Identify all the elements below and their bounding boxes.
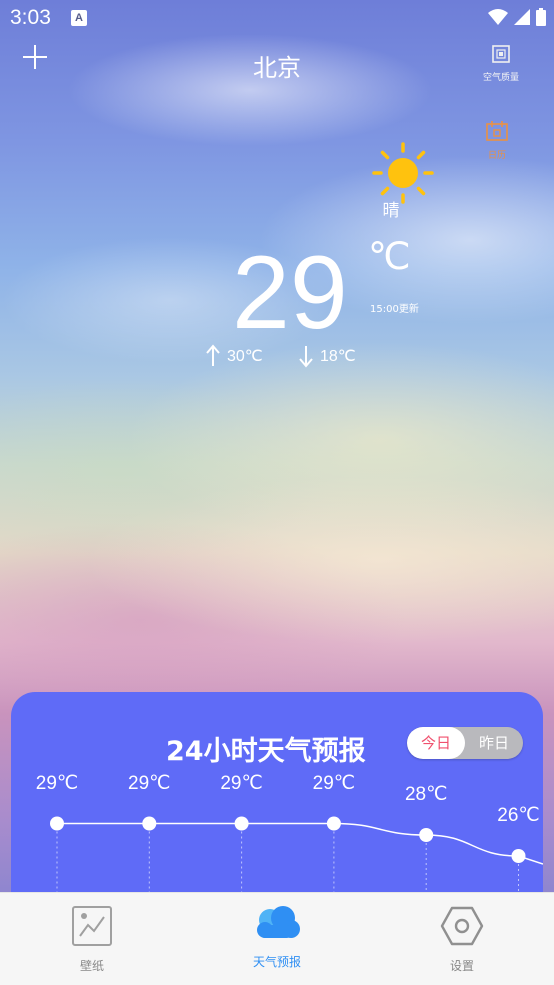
forecast-point xyxy=(511,849,526,863)
nav-wallpaper[interactable]: 壁纸 xyxy=(47,905,137,974)
forecast-point xyxy=(234,816,249,831)
weather-condition: 晴 xyxy=(382,201,400,221)
sun-icon xyxy=(372,142,434,204)
calendar-button[interactable]: 日历 xyxy=(472,120,522,161)
forecast-temp-label: 29℃ xyxy=(35,772,79,794)
low-temperature-value: 18℃ xyxy=(320,348,356,365)
status-time: 3:03 xyxy=(10,6,51,29)
nav-weather[interactable]: 天气预报 xyxy=(232,905,322,970)
forecast-temp-label: 29℃ xyxy=(312,772,356,794)
nav-wallpaper-label: 壁纸 xyxy=(79,959,104,973)
forecast-point xyxy=(142,816,157,831)
forecast-point xyxy=(419,828,434,842)
city-name: 北京 xyxy=(253,54,301,82)
nav-settings-label: 设置 xyxy=(449,959,474,973)
forecast-card: 24小时天气预报 今日 昨日 29℃ 29℃ 29℃ 29℃ 28℃ 26℃ xyxy=(11,692,543,892)
forecast-point xyxy=(50,816,64,831)
status-bar: 3:03 A xyxy=(0,0,554,36)
signal-icon xyxy=(514,9,530,25)
bottom-nav: 壁纸 天气预报 设置 xyxy=(0,892,554,985)
status-icons xyxy=(488,8,546,26)
air-quality-button[interactable]: 空气质量 xyxy=(476,44,526,83)
high-temperature-value: 30℃ xyxy=(227,348,263,365)
low-temperature: 18℃ xyxy=(298,344,356,368)
current-temperature: 29 xyxy=(232,235,348,351)
settings-icon xyxy=(440,906,484,946)
battery-icon xyxy=(536,8,546,26)
arrow-up-icon xyxy=(206,344,220,366)
air-quality-icon xyxy=(492,45,510,63)
nav-settings[interactable]: 设置 xyxy=(417,905,507,974)
air-quality-label: 空气质量 xyxy=(482,73,519,83)
high-temperature: 30℃ xyxy=(205,344,263,368)
app-notification-icon: A xyxy=(71,10,87,26)
wifi-icon xyxy=(488,9,508,25)
calendar-icon xyxy=(486,121,508,141)
forecast-temp-label: 29℃ xyxy=(220,772,263,794)
wallpaper-icon xyxy=(72,906,112,946)
forecast-temp-label: 28℃ xyxy=(404,784,448,805)
nav-weather-label: 天气预报 xyxy=(252,955,301,969)
forecast-point xyxy=(326,816,341,831)
forecast-line xyxy=(57,822,543,865)
cloud-icon xyxy=(257,906,300,938)
temperature-unit: ℃ xyxy=(368,236,411,278)
forecast-temp-label: 29℃ xyxy=(128,772,171,794)
calendar-label: 日历 xyxy=(487,151,506,161)
arrow-down-icon xyxy=(299,346,313,368)
update-time: 15:00更新 xyxy=(370,304,419,315)
forecast-temp-label: 26℃ xyxy=(497,805,540,826)
